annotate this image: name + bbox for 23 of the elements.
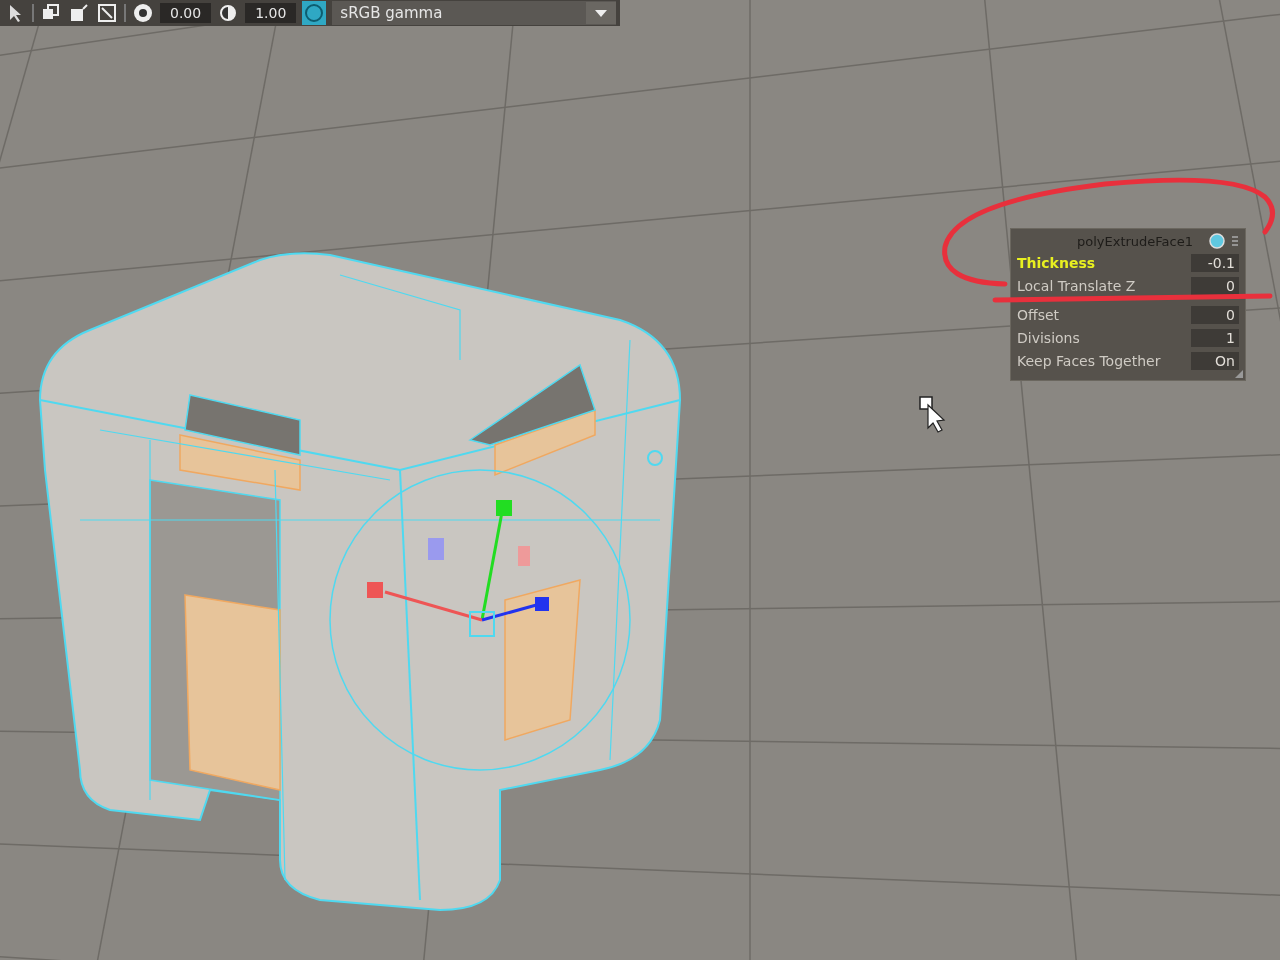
view-transform-dropdown[interactable]: sRGB gamma: [332, 1, 616, 25]
attribute-value-field[interactable]: -0.1: [1191, 253, 1239, 272]
menu-icon[interactable]: [1231, 235, 1239, 247]
panel-title: polyExtrudeFace1: [1076, 233, 1193, 249]
attribute-label[interactable]: Thickness: [1017, 254, 1096, 271]
view-transform-value: sRGB gamma: [340, 4, 443, 22]
resize-grip-icon[interactable]: [1235, 370, 1243, 378]
gamma-field[interactable]: 1.00: [245, 3, 297, 23]
attribute-label[interactable]: Offset: [1017, 306, 1060, 323]
pivot-icon: [647, 450, 663, 466]
mouse-cursor-icon: [919, 396, 946, 433]
attribute-value-field[interactable]: 1: [1191, 328, 1239, 347]
attribute-value-field[interactable]: On: [1191, 351, 1239, 370]
attribute-value-field[interactable]: 0: [1191, 305, 1239, 324]
color-management-icon[interactable]: [302, 1, 327, 25]
caret-icon: [586, 2, 616, 24]
attribute-label[interactable]: Divisions: [1017, 329, 1080, 346]
node-icon[interactable]: [1209, 233, 1225, 249]
attribute-label[interactable]: Keep Faces Together: [1017, 352, 1161, 369]
frame-icon[interactable]: [96, 2, 118, 24]
exposure-field[interactable]: 0.00: [160, 3, 212, 23]
attribute-label[interactable]: Local Translate Z: [1017, 277, 1136, 294]
attribute-value-field[interactable]: 0: [1191, 276, 1239, 295]
